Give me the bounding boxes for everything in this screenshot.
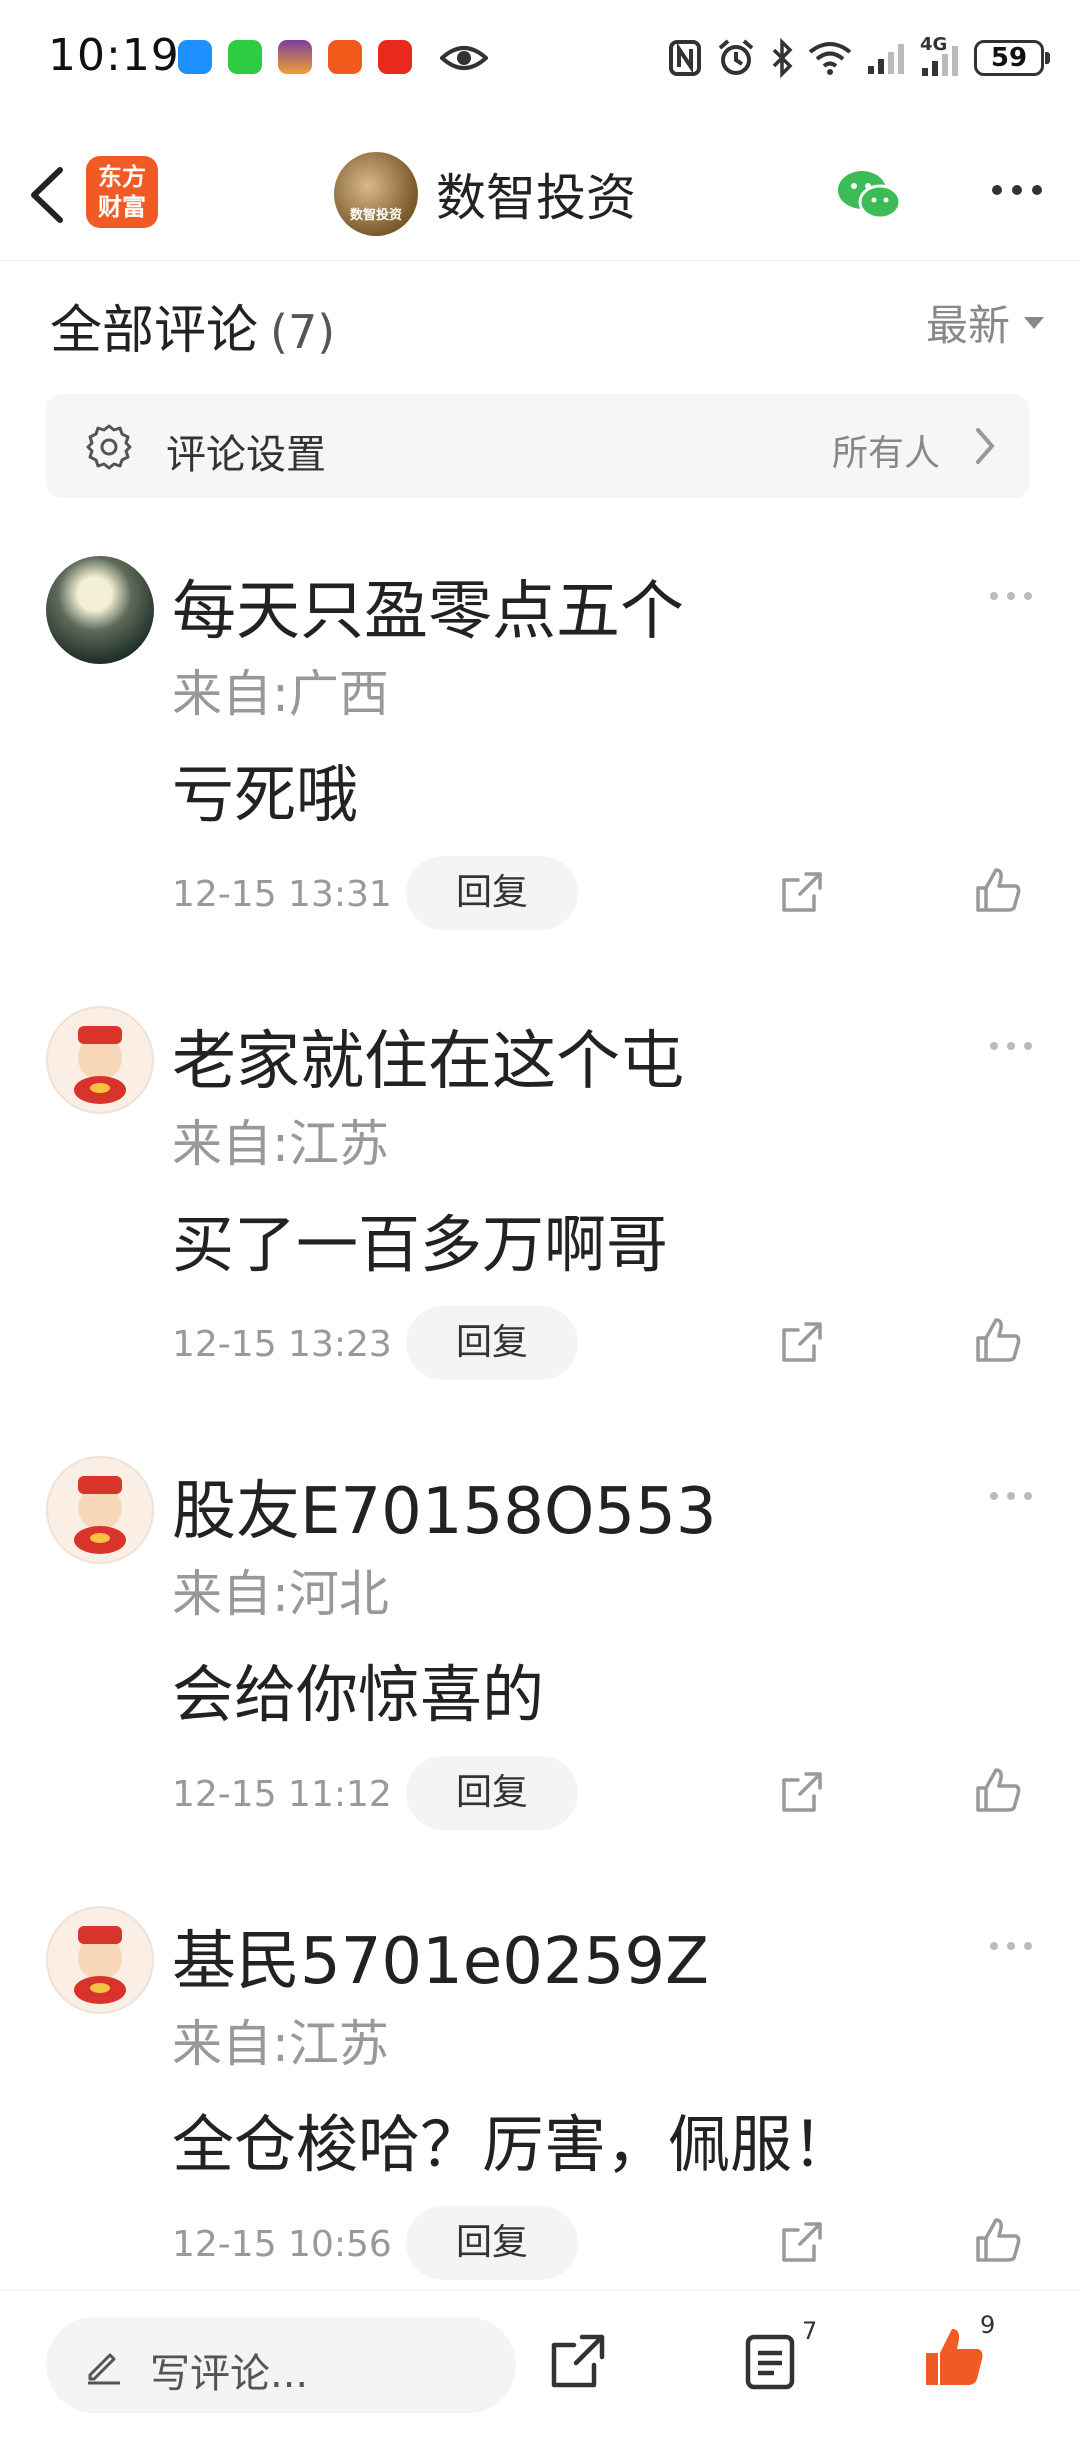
avatar-text: 数智投资	[349, 208, 402, 223]
comment-count-badge: 7	[802, 2317, 818, 2345]
like-button[interactable]: 9	[922, 2311, 995, 2395]
comment-item: 老家就住在这个屯 来自:江苏 买了一百多万啊哥 12-15 13:23 回复	[0, 1006, 1080, 1456]
comment-location: 来自:河北	[172, 1565, 389, 1623]
comment-username[interactable]: 每天只盈零点五个	[172, 560, 684, 652]
wechat-share-icon[interactable]	[836, 168, 902, 224]
caret-down-icon	[1024, 316, 1044, 329]
comment-text: 亏死哦	[172, 758, 359, 831]
comment-more-button[interactable]	[990, 1042, 1032, 1050]
account-name: 数智投资	[436, 169, 636, 227]
comment-location: 来自:广西	[172, 665, 389, 723]
comment-location: 来自:江苏	[172, 1115, 389, 1173]
wechat-app-icon	[228, 40, 262, 74]
share-icon[interactable]	[778, 1318, 826, 1366]
share-icon[interactable]	[778, 868, 826, 916]
status-bar: 10:19 4G 59	[0, 0, 1080, 120]
reply-button[interactable]: 回复	[406, 856, 578, 930]
bottom-action-bar: 写评论... 7 9	[0, 2290, 1080, 2441]
app-icon	[328, 40, 362, 74]
wifi-icon	[808, 42, 852, 75]
reply-button[interactable]: 回复	[406, 1756, 578, 1830]
more-options-button[interactable]	[992, 185, 1042, 195]
comment-item: 每天只盈零点五个 来自:广西 亏死哦 12-15 13:31 回复	[0, 556, 1080, 1006]
comment-username[interactable]: 股友E70158O553	[172, 1460, 717, 1552]
comment-time: 12-15 10:56	[172, 2224, 392, 2265]
signal-icon: 4G	[920, 34, 960, 78]
top-nav: 东方 财富 数智投资 数智投资	[0, 130, 1080, 261]
account-header[interactable]: 数智投资 数智投资	[334, 152, 636, 236]
logo-text: 财富	[98, 193, 146, 221]
section-title: 全部评论 (7)	[50, 288, 335, 363]
account-avatar: 数智投资	[334, 152, 418, 236]
pencil-icon	[88, 2353, 120, 2385]
avatar[interactable]	[46, 1006, 154, 1114]
app-icon	[378, 40, 412, 74]
gear-icon	[86, 424, 132, 470]
comment-list-icon	[745, 2334, 795, 2390]
comment-more-button[interactable]	[990, 592, 1032, 600]
comment-text: 买了一百多万啊哥	[172, 1208, 669, 1281]
clock: 10:19	[48, 30, 180, 81]
share-button[interactable]	[548, 2331, 608, 2391]
avatar[interactable]	[46, 556, 154, 664]
alarm-icon	[718, 39, 754, 75]
share-icon[interactable]	[778, 2218, 826, 2266]
comment-time: 12-15 11:12	[172, 1774, 392, 1815]
like-icon[interactable]	[974, 1766, 1024, 1816]
avatar[interactable]	[46, 1906, 154, 2014]
nfc-icon	[669, 40, 701, 76]
comment-location: 来自:江苏	[172, 2015, 389, 2073]
signal-icon	[868, 44, 904, 74]
reply-button[interactable]: 回复	[406, 1306, 578, 1380]
messages-app-icon	[178, 40, 212, 74]
app-icon	[278, 40, 312, 74]
like-icon[interactable]	[974, 866, 1024, 916]
comments-count: (7)	[270, 305, 336, 359]
comment-time: 12-15 13:23	[172, 1324, 392, 1365]
thumbs-up-icon	[926, 2329, 983, 2385]
status-icons: 4G 59	[668, 34, 1050, 82]
logo-text: 东方	[98, 163, 146, 191]
comment-text: 会给你惊喜的	[172, 1658, 545, 1731]
comment-username[interactable]: 老家就住在这个屯	[172, 1010, 684, 1102]
like-icon[interactable]	[974, 1316, 1024, 1366]
write-comment-input[interactable]: 写评论...	[46, 2317, 516, 2413]
chevron-right-icon	[976, 428, 995, 464]
like-count-badge: 9	[980, 2311, 996, 2339]
battery-icon: 59	[974, 40, 1050, 76]
comment-time: 12-15 13:31	[172, 874, 392, 915]
comment-username[interactable]: 基民5701e0259Z	[172, 1910, 709, 2002]
comment-item: 基民5701e0259Z 来自:江苏 全仓梭哈？厉害，佩服！ 12-15 10:…	[0, 1906, 1080, 2356]
bluetooth-icon	[772, 38, 793, 78]
sort-dropdown[interactable]: 最新	[926, 292, 1044, 353]
reply-button[interactable]: 回复	[406, 2206, 578, 2280]
settings-value: 所有人	[831, 433, 940, 474]
eye-icon	[440, 46, 488, 70]
comment-text: 全仓梭哈？厉害，佩服！	[172, 2108, 855, 2181]
comment-settings-row[interactable]: 评论设置 所有人	[46, 394, 1030, 498]
comment-more-button[interactable]	[990, 1942, 1032, 1950]
comment-more-button[interactable]	[990, 1492, 1032, 1500]
share-icon[interactable]	[778, 1768, 826, 1816]
comments-button[interactable]: 7	[740, 2317, 817, 2395]
write-placeholder: 写评论...	[150, 2351, 309, 2397]
comments-title: 全部评论	[50, 301, 259, 361]
sort-label: 最新	[925, 301, 1010, 350]
back-button[interactable]	[22, 160, 72, 230]
battery-level: 59	[990, 43, 1028, 73]
eastmoney-logo[interactable]: 东方 财富	[86, 156, 158, 228]
settings-label: 评论设置	[166, 432, 326, 478]
comment-item: 股友E70158O553 来自:河北 会给你惊喜的 12-15 11:12 回复	[0, 1456, 1080, 1906]
like-icon[interactable]	[974, 2216, 1024, 2266]
avatar[interactable]	[46, 1456, 154, 1564]
